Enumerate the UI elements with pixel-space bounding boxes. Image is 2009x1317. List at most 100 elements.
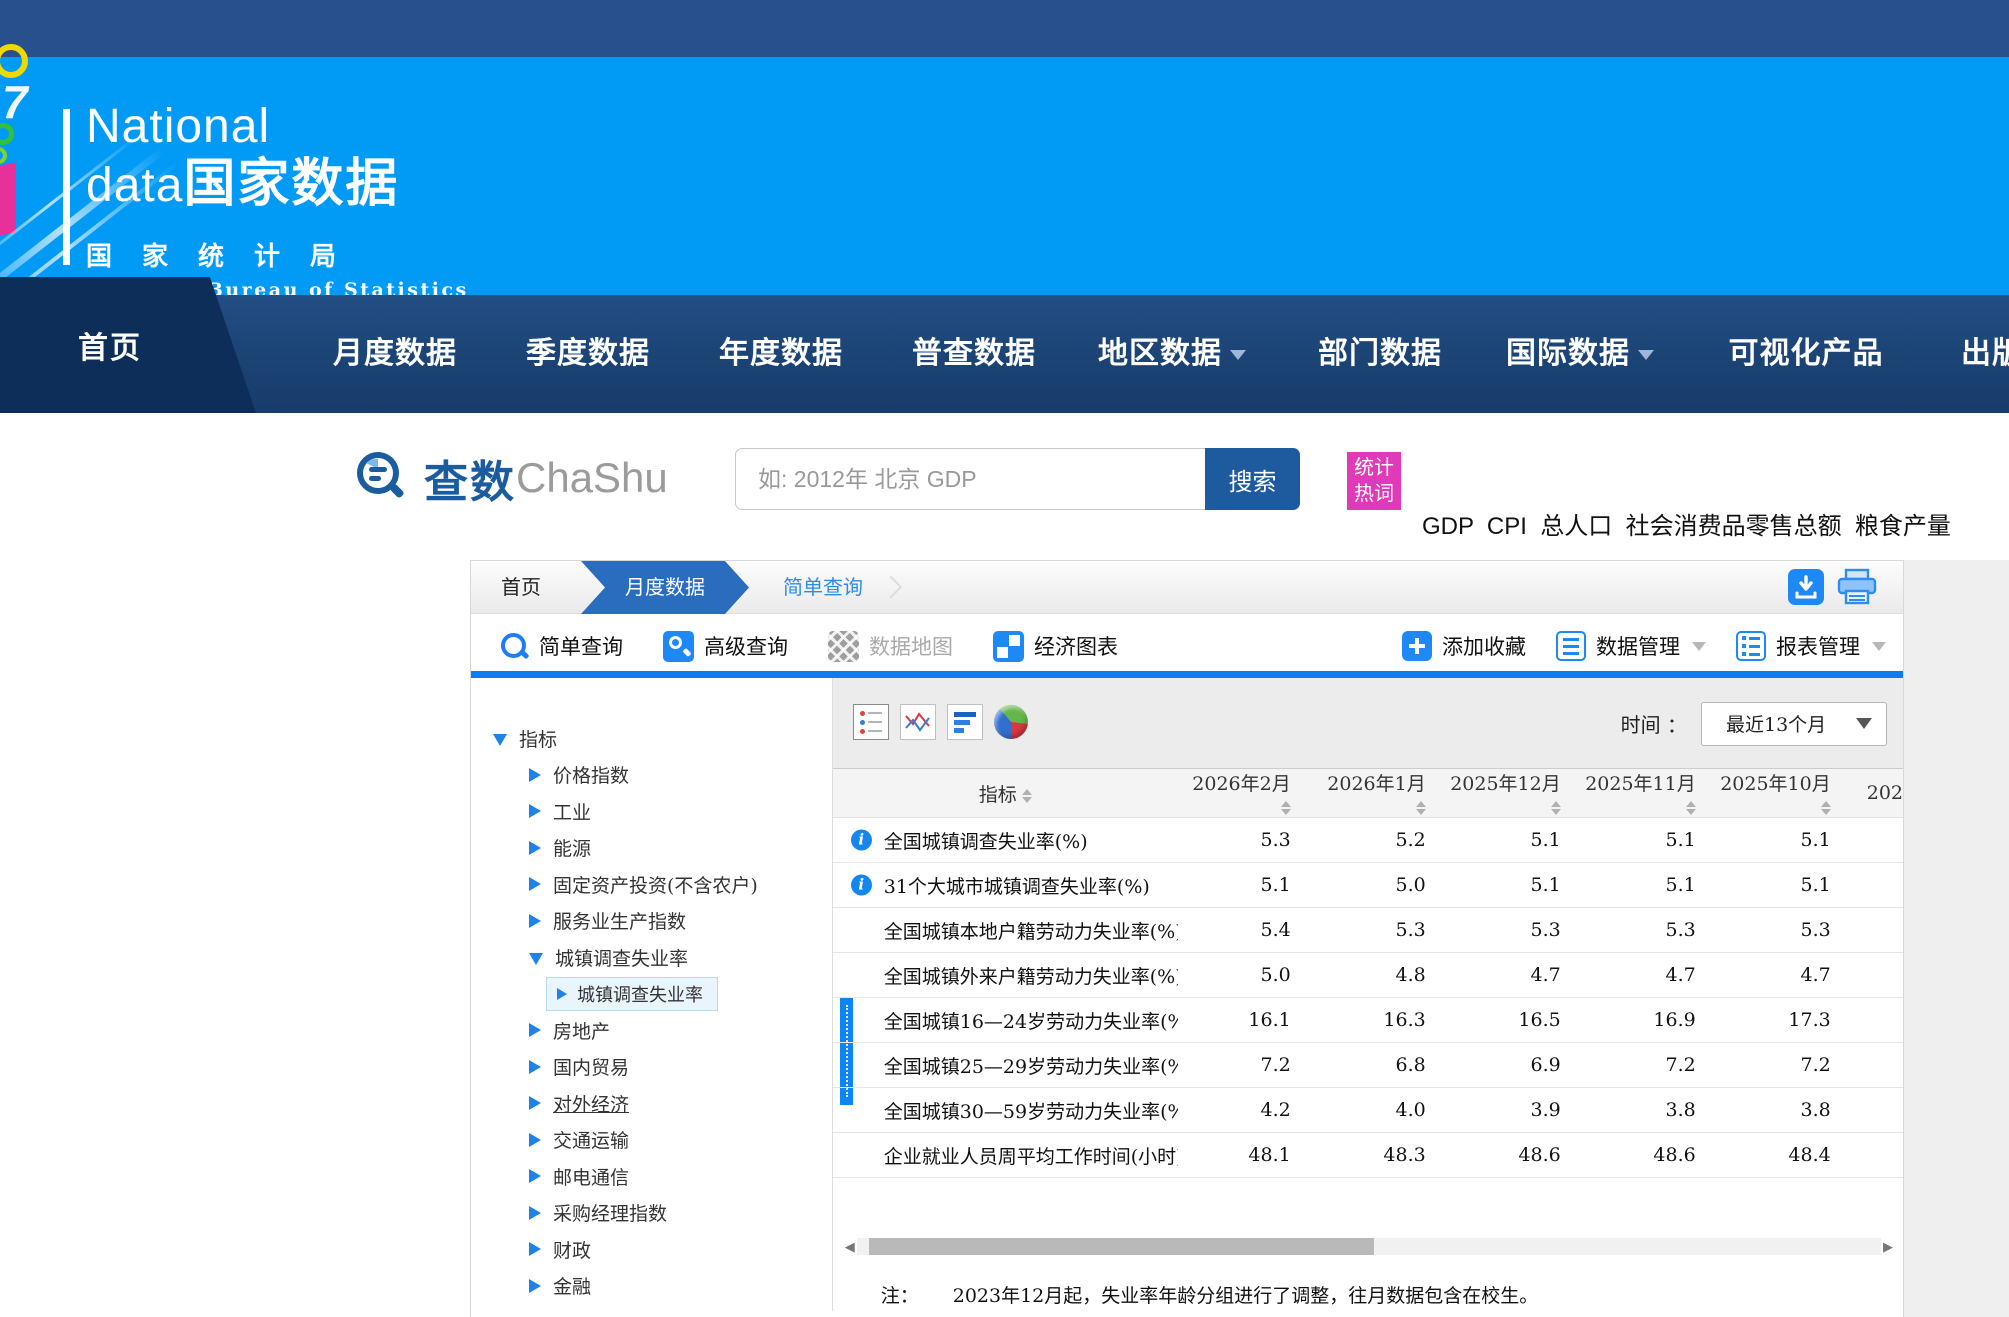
breadcrumb-home[interactable]: 首页 [501, 561, 541, 614]
table-view-button[interactable] [853, 704, 889, 740]
column-header-month[interactable]: 2026年2月 [1178, 769, 1313, 818]
nav-item-quarterly[interactable]: 季度数据 [526, 295, 650, 413]
value-cell: 5.1 [1178, 874, 1313, 896]
tree-item-industry[interactable]: 工业 [471, 793, 832, 830]
column-header-month[interactable]: 2025年12月 [1448, 769, 1583, 818]
horizontal-scrollbar: ◀ ▶ [843, 1238, 1895, 1255]
value-cell: 48.3 [1313, 1144, 1448, 1166]
tree-item-unemployment-selected[interactable]: 城镇调查失业率 [546, 977, 718, 1011]
bar-chart-view-button[interactable] [947, 704, 983, 740]
nav-item-home[interactable]: 首页 [0, 277, 256, 413]
download-button[interactable] [1788, 569, 1824, 605]
indicator-label[interactable]: 全国城镇本地户籍劳动力失业率(%) [833, 917, 1178, 944]
data-map-button[interactable]: 数据地图 [828, 631, 953, 662]
tree-collapsed-icon [529, 768, 541, 782]
sort-icon[interactable] [1022, 789, 1032, 803]
nav-item-census[interactable]: 普查数据 [912, 295, 1036, 413]
info-icon[interactable]: i [851, 830, 872, 851]
add-favorite-button[interactable]: 添加收藏 [1402, 631, 1526, 661]
tree-item-price-index[interactable]: 价格指数 [471, 757, 832, 794]
tree-item-services-index[interactable]: 服务业生产指数 [471, 903, 832, 940]
sort-icon[interactable] [1281, 801, 1291, 815]
column-header-month[interactable]: 2026年1月 [1313, 769, 1448, 818]
tree-item-post-telecom[interactable]: 邮电通信 [471, 1158, 832, 1195]
scroll-right-arrow[interactable]: ▶ [1881, 1238, 1895, 1255]
tree-item-unemployment[interactable]: 城镇调查失业率 [471, 939, 832, 976]
tree-collapsed-icon [529, 877, 541, 891]
sort-icon[interactable] [1416, 801, 1426, 815]
tree-item-pmi[interactable]: 采购经理指数 [471, 1195, 832, 1232]
tree-item-fiscal[interactable]: 财政 [471, 1231, 832, 1268]
tree-collapsed-icon [529, 1060, 541, 1074]
hot-words-badge: 统计 热词 [1347, 452, 1401, 510]
nav-item-regional[interactable]: 地区数据 [1098, 295, 1246, 413]
indicator-label[interactable]: 全国城镇16—24岁劳动力失业率(%) [833, 1007, 1178, 1034]
indicator-label[interactable]: i31个大城市城镇调查失业率(%) [833, 872, 1178, 899]
tree-item-foreign-economy[interactable]: 对外经济 [471, 1085, 832, 1122]
nav-item-publication[interactable]: 出版 [1961, 295, 2009, 413]
breadcrumb-current[interactable]: 简单查询 [783, 561, 863, 614]
scrollbar-thumb[interactable] [869, 1238, 1374, 1255]
print-button[interactable] [1836, 568, 1878, 606]
scrollbar-track[interactable] [857, 1238, 1881, 1255]
table-row: 企业就业人员周平均工作时间(小时) 48.1 48.3 48.6 48.6 48… [833, 1133, 1903, 1178]
tree-root-indicators[interactable]: 指标 [471, 720, 832, 757]
chart-icon [993, 631, 1024, 662]
chevron-down-icon [1856, 718, 1872, 729]
indicator-label[interactable]: 企业就业人员周平均工作时间(小时) [833, 1142, 1178, 1169]
sort-icon[interactable] [1821, 801, 1831, 815]
search-input[interactable] [735, 448, 1205, 510]
indicator-label[interactable]: 全国城镇25—29岁劳动力失业率(%) [833, 1052, 1178, 1079]
indicator-label[interactable]: 全国城镇外来户籍劳动力失业率(%) [833, 962, 1178, 989]
nav-item-department[interactable]: 部门数据 [1318, 295, 1442, 413]
column-header-indicator[interactable]: 指标 [833, 780, 1178, 807]
scroll-left-arrow[interactable]: ◀ [843, 1238, 857, 1255]
breadcrumb-active-tab[interactable]: 月度数据 [581, 561, 749, 614]
nav-item-international[interactable]: 国际数据 [1506, 295, 1654, 413]
tree-item-finance[interactable]: 金融 [471, 1268, 832, 1305]
chevron-down-icon [1872, 642, 1886, 651]
search-box: 搜索 [735, 448, 1300, 510]
search-button[interactable]: 搜索 [1205, 448, 1300, 510]
value-cell: 5.4 [1178, 919, 1313, 941]
value-cell: 5.3 [1583, 919, 1718, 941]
column-header-month[interactable]: 2025年11月 [1583, 769, 1718, 818]
tree-item-fixed-assets[interactable]: 固定资产投资(不含农户) [471, 866, 832, 903]
pie-chart-view-button[interactable] [994, 705, 1028, 739]
logo-divider-bar [63, 109, 70, 265]
page: 7 National data国家数据 国家统计局 National Burea… [0, 0, 2009, 1317]
grid-icon [1736, 631, 1766, 661]
indicator-label[interactable]: 全国城镇30—59岁劳动力失业率(%) [833, 1097, 1178, 1124]
column-header-month[interactable]: 2025年10月 [1718, 769, 1853, 818]
value-cell: 5.3 [1718, 919, 1853, 941]
value-cell: 5.0 [1178, 964, 1313, 986]
data-manage-button[interactable]: 数据管理 [1556, 631, 1706, 661]
nav-item-monthly[interactable]: 月度数据 [333, 295, 457, 413]
report-manage-button[interactable]: 报表管理 [1736, 631, 1886, 661]
banner-decoration-seven: 7 [2, 75, 28, 129]
advanced-query-button[interactable]: 高级查询 [663, 631, 788, 662]
value-cell: 6.9 [1448, 1054, 1583, 1076]
chashu-brand-en: ChaShu [516, 454, 668, 502]
value-cell: 5.1 [1718, 829, 1853, 851]
time-range-select[interactable]: 最近13个月 [1701, 702, 1887, 746]
nav-item-annual[interactable]: 年度数据 [719, 295, 843, 413]
tree-item-domestic-trade[interactable]: 国内贸易 [471, 1049, 832, 1086]
tree-item-real-estate[interactable]: 房地产 [471, 1012, 832, 1049]
query-toolbar: 简单查询 高级查询 数据地图 经济图表 添加收藏 [471, 614, 1903, 678]
economic-chart-button[interactable]: 经济图表 [993, 631, 1118, 662]
line-chart-view-button[interactable] [900, 704, 936, 740]
tree-item-energy[interactable]: 能源 [471, 830, 832, 867]
sort-icon[interactable] [1551, 801, 1561, 815]
sort-icon[interactable] [1686, 801, 1696, 815]
line-chart-icon [905, 710, 931, 734]
chashu-brand: 查数ChaShu [352, 446, 668, 510]
info-icon[interactable]: i [851, 875, 872, 896]
value-cell: 5.3 [1313, 919, 1448, 941]
simple-query-button[interactable]: 简单查询 [499, 631, 623, 661]
nav-item-visualization[interactable]: 可视化产品 [1729, 295, 1884, 413]
logo-line-national: National [86, 101, 469, 153]
indicator-label[interactable]: i全国城镇调查失业率(%) [833, 827, 1178, 854]
tree-collapsed-icon [557, 988, 567, 1000]
tree-item-transport[interactable]: 交通运输 [471, 1122, 832, 1159]
